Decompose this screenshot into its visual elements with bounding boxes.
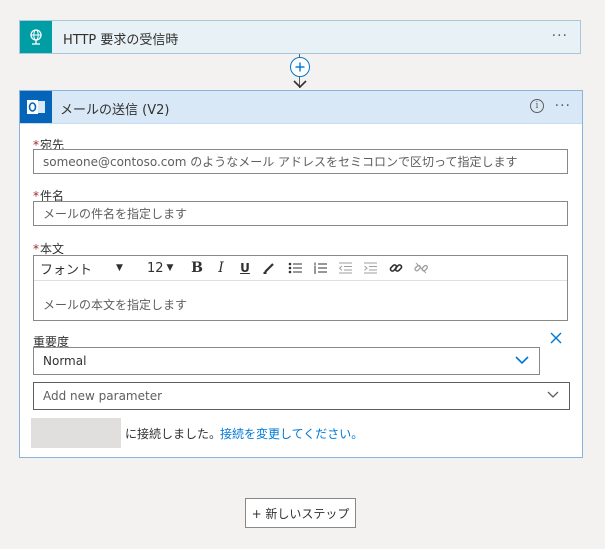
importance-value: Normal	[43, 354, 87, 368]
trigger-more-menu[interactable]: ···	[552, 29, 568, 43]
outlook-icon	[20, 91, 52, 123]
insert-step-button[interactable]	[290, 57, 310, 77]
chevron-down-icon: ▼	[116, 263, 123, 273]
send-email-action-card: メールの送信 (V2) i ··· *宛先 someone@contoso.co…	[19, 90, 583, 458]
numbered-list-button[interactable]	[311, 259, 329, 277]
add-parameter-select[interactable]: Add new parameter	[33, 382, 570, 410]
text-color-button[interactable]	[260, 259, 278, 277]
font-family-value: フォント	[40, 262, 93, 278]
required-marker: *	[33, 242, 39, 256]
trigger-card[interactable]: HTTP 要求の受信時 ···	[19, 20, 581, 54]
bullet-list-icon	[288, 262, 302, 274]
close-icon[interactable]	[550, 332, 562, 344]
new-step-button[interactable]: + 新しいステップ	[245, 498, 356, 528]
connection-status-text: に接続しました。	[125, 427, 222, 441]
link-icon	[389, 264, 403, 272]
action-title: メールの送信 (V2)	[60, 103, 170, 118]
connection-account-redacted	[31, 418, 121, 448]
body-editor[interactable]: フォント ▼ 12 ▼ B I U メールの本文を指定します	[33, 255, 568, 321]
italic-button[interactable]: I	[212, 259, 230, 277]
font-size-select[interactable]: 12 ▼	[147, 259, 181, 277]
to-placeholder: someone@contoso.com のようなメール アドレスをセミコロンで区…	[43, 155, 518, 169]
action-header[interactable]: メールの送信 (V2) i ···	[20, 91, 582, 124]
editor-toolbar: フォント ▼ 12 ▼ B I U	[34, 256, 567, 281]
add-parameter-placeholder: Add new parameter	[43, 389, 163, 403]
plus-icon	[295, 62, 305, 72]
to-input[interactable]: someone@contoso.com のようなメール アドレスをセミコロンで区…	[33, 149, 568, 174]
trigger-title: HTTP 要求の受信時	[63, 33, 179, 48]
numbered-list-icon	[313, 262, 327, 274]
bold-button[interactable]: B	[188, 259, 206, 277]
unlink-icon	[414, 262, 428, 274]
change-connection-link[interactable]: 接続を変更してください。	[220, 425, 363, 442]
subject-placeholder: メールの件名を指定します	[43, 207, 188, 221]
font-size-value: 12	[147, 260, 164, 276]
brush-icon	[263, 263, 274, 274]
subject-input[interactable]: メールの件名を指定します	[33, 201, 568, 226]
indent-icon	[363, 262, 377, 274]
chevron-down-icon	[547, 391, 559, 398]
arrow-down-icon	[293, 80, 307, 89]
font-family-select[interactable]: フォント ▼	[40, 259, 130, 278]
remove-link-button[interactable]	[412, 259, 430, 277]
chevron-down-icon	[515, 356, 529, 365]
action-more-menu[interactable]: ···	[555, 99, 571, 113]
importance-select[interactable]: Normal	[33, 347, 540, 375]
outdent-button[interactable]	[336, 259, 354, 277]
underline-button[interactable]: U	[236, 259, 254, 277]
info-icon[interactable]: i	[530, 99, 544, 113]
body-placeholder: メールの本文を指定します	[43, 298, 188, 312]
http-globe-icon	[20, 21, 52, 53]
bullet-list-button[interactable]	[286, 259, 304, 277]
indent-button[interactable]	[361, 259, 379, 277]
outdent-icon	[338, 262, 352, 274]
body-label-text: 本文	[40, 242, 65, 256]
chevron-down-icon: ▼	[166, 263, 174, 273]
insert-link-button[interactable]	[387, 259, 405, 277]
